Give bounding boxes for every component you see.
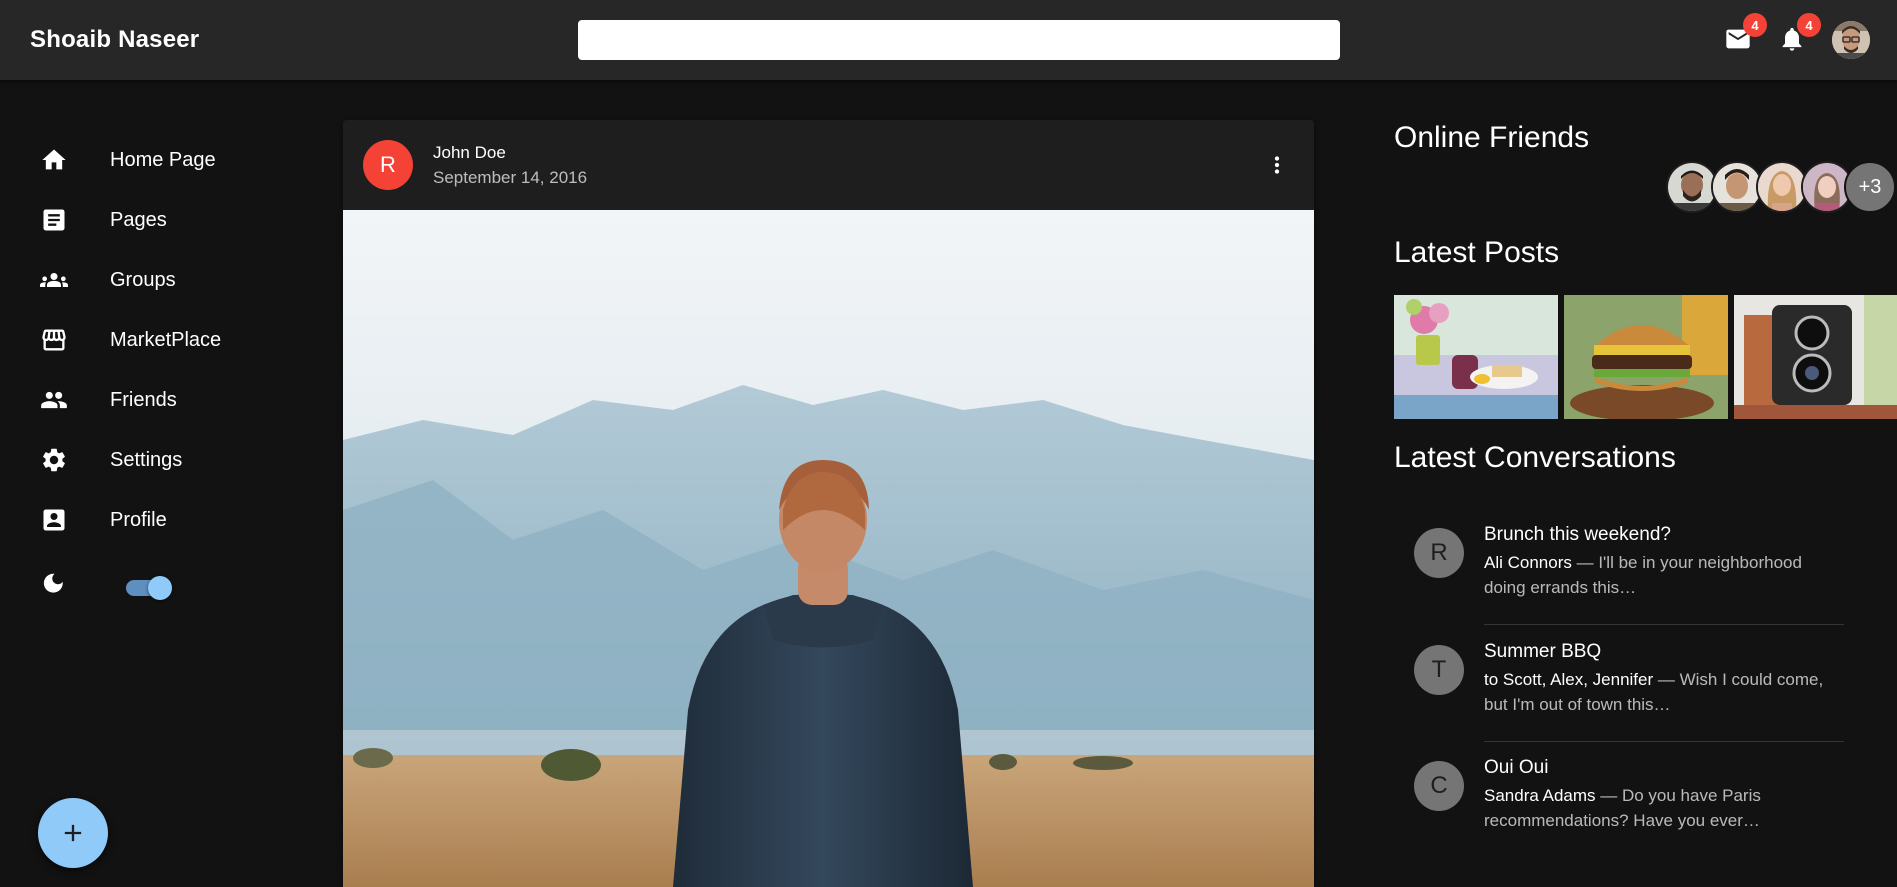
post-avatar[interactable]: R xyxy=(363,140,413,190)
conversation-title: Summer BBQ xyxy=(1484,641,1602,662)
people-icon xyxy=(40,386,68,414)
sidebar-item-label: Pages xyxy=(110,208,167,231)
sidebar-item-settings[interactable]: Settings xyxy=(0,432,300,488)
online-friends-title: Online Friends xyxy=(1394,121,1590,154)
conversation-sender: Sandra Adams xyxy=(1484,786,1596,805)
conversation-preview: Ali Connors — I'll be in your neighborho… xyxy=(1484,550,1834,600)
sidebar-item-home[interactable]: Home Page xyxy=(0,132,300,188)
dark-mode-toggle[interactable] xyxy=(124,574,172,602)
storefront-icon xyxy=(40,326,68,354)
conversation-preview: to Scott, Alex, Jennifer — Wish I could … xyxy=(1484,667,1834,717)
sidebar-item-label: Settings xyxy=(110,448,183,471)
notifications-badge: 4 xyxy=(1797,13,1821,37)
notifications-button[interactable]: 4 xyxy=(1775,13,1821,56)
conversation-sender: Ali Connors xyxy=(1484,553,1572,572)
mail-badge: 4 xyxy=(1743,13,1767,37)
groups-icon xyxy=(40,266,68,294)
latest-post-thumbnail[interactable] xyxy=(1394,295,1558,419)
sidebar-item-marketplace[interactable]: MarketPlace xyxy=(0,312,300,368)
dark-mode-moon-icon xyxy=(40,570,68,598)
conversation-avatar: R xyxy=(1414,528,1464,578)
sidebar-item-label: Groups xyxy=(110,268,176,291)
conversation-sender: to Scott, Alex, Jennifer xyxy=(1484,670,1654,689)
sidebar: Home Page Pages Groups MarketPlace Frien… xyxy=(0,80,300,887)
sidebar-item-label: MarketPlace xyxy=(110,328,222,351)
mail-button[interactable]: 4 xyxy=(1721,13,1767,56)
more-friends-counter[interactable]: +3 xyxy=(1844,161,1896,213)
post-date: September 14, 2016 xyxy=(433,168,588,187)
account-box-icon xyxy=(40,506,68,534)
app-bar: Shoaib Naseer 4 4 xyxy=(0,0,1897,80)
search-input[interactable] xyxy=(578,20,1340,60)
conversation-title: Oui Oui xyxy=(1484,757,1549,778)
latest-post-thumbnail[interactable] xyxy=(1564,295,1728,419)
user-avatar[interactable] xyxy=(1832,21,1870,59)
conversation-preview: Sandra Adams — Do you have Paris recomme… xyxy=(1484,783,1834,833)
plus-icon xyxy=(64,824,82,842)
sidebar-item-label: Friends xyxy=(110,388,177,411)
home-icon xyxy=(40,146,68,174)
toggle-thumb xyxy=(148,576,172,600)
conversation-item[interactable]: T Summer BBQ to Scott, Alex, Jennifer — … xyxy=(1394,625,1874,741)
sidebar-item-groups[interactable]: Groups xyxy=(0,252,300,308)
conversation-title: Brunch this weekend? xyxy=(1484,524,1671,545)
more-vert-icon xyxy=(1274,156,1280,174)
post-author[interactable]: John Doe xyxy=(433,143,506,163)
latest-posts-title: Latest Posts xyxy=(1394,236,1560,269)
post-image[interactable] xyxy=(343,210,1314,887)
sidebar-item-label: Profile xyxy=(110,508,167,531)
latest-conversations-title: Latest Conversations xyxy=(1394,441,1676,474)
conversation-avatar: C xyxy=(1414,761,1464,811)
conversation-item[interactable]: R Brunch this weekend? Ali Connors — I'l… xyxy=(1394,508,1874,624)
settings-icon xyxy=(40,446,68,474)
sidebar-item-label: Home Page xyxy=(110,148,216,171)
sidebar-item-friends[interactable]: Friends xyxy=(0,372,300,428)
article-icon xyxy=(40,206,68,234)
latest-post-thumbnail[interactable] xyxy=(1734,295,1897,419)
sidebar-item-pages[interactable]: Pages xyxy=(0,192,300,248)
post-card: R John Doe September 14, 2016 xyxy=(343,120,1314,887)
brand-title: Shoaib Naseer xyxy=(30,26,200,53)
post-header: R John Doe September 14, 2016 xyxy=(343,120,1314,210)
sidebar-item-profile[interactable]: Profile xyxy=(0,492,300,548)
add-button[interactable] xyxy=(38,798,108,868)
conversation-avatar: T xyxy=(1414,645,1464,695)
conversation-item[interactable]: C Oui Oui Sandra Adams — Do you have Par… xyxy=(1394,741,1874,857)
post-menu-button[interactable] xyxy=(1260,148,1294,182)
